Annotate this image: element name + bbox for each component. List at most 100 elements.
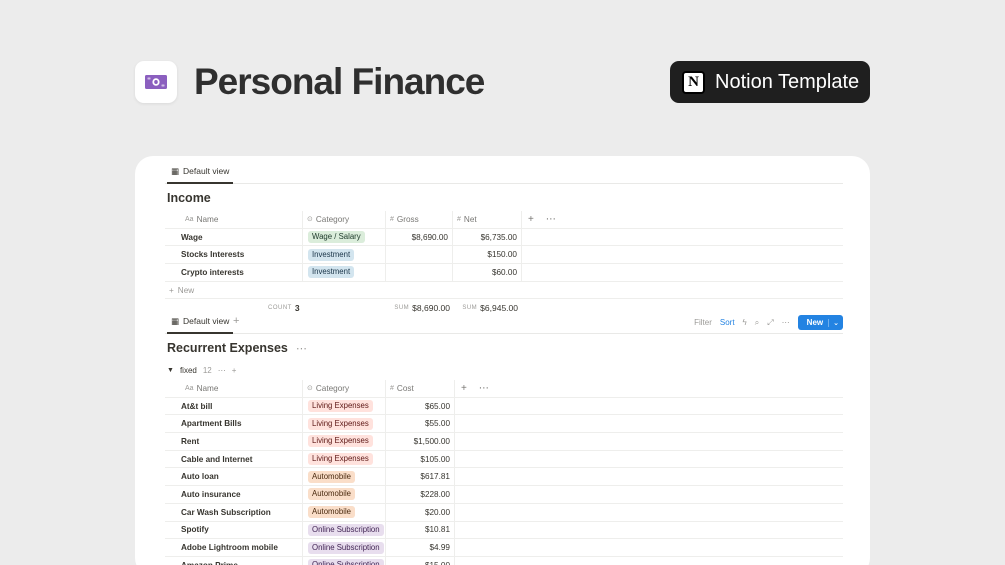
triangle-down-icon[interactable]: ▼ bbox=[167, 367, 174, 374]
sort-button[interactable]: Sort bbox=[720, 318, 735, 327]
net-value: $150.00 bbox=[487, 250, 517, 260]
category-tag: Automobile bbox=[308, 488, 356, 501]
category-tag: Living Expenses bbox=[308, 417, 373, 430]
category-tag: Online Subscription bbox=[308, 541, 384, 554]
table-row[interactable]: Spotify Online Subscription $10.81 bbox=[165, 521, 843, 540]
row-name[interactable]: Cable and Internet bbox=[181, 455, 252, 464]
name-column-header[interactable]: Aa Name bbox=[185, 211, 218, 228]
category-tag: Automobile bbox=[308, 506, 356, 519]
category-column-header[interactable]: ⊙ Category bbox=[302, 380, 349, 397]
cost-value: $4.99 bbox=[429, 543, 451, 553]
add-property-icon[interactable]: + bbox=[528, 214, 534, 225]
add-new-row-button[interactable]: + New bbox=[165, 282, 843, 300]
page-title: Personal Finance bbox=[194, 61, 485, 102]
table-row[interactable]: Cable and Internet Living Expenses $105.00 bbox=[165, 450, 843, 469]
plus-icon[interactable]: + bbox=[232, 366, 237, 375]
table-row[interactable]: Apartment Bills Living Expenses $55.00 bbox=[165, 415, 843, 434]
chevron-down-icon[interactable]: ⌄ bbox=[828, 318, 843, 327]
table-icon: ▦ bbox=[171, 316, 180, 326]
table-row[interactable]: Adobe Lightroom mobile Online Subscriptio… bbox=[165, 539, 843, 557]
page-icon bbox=[135, 61, 177, 103]
search-icon[interactable]: ⌕ bbox=[755, 318, 759, 328]
cost-value: $1,500.00 bbox=[413, 436, 450, 446]
table-row[interactable]: Auto loan Automobile $617.81 bbox=[165, 468, 843, 487]
more-options-icon[interactable]: ⋯ bbox=[546, 214, 556, 225]
row-name[interactable]: Stocks Interests bbox=[181, 250, 244, 259]
money-bill-icon bbox=[145, 75, 167, 89]
category-column-header[interactable]: ⊙ Category bbox=[302, 211, 349, 228]
add-view-icon[interactable]: + bbox=[233, 316, 239, 327]
group-header[interactable]: ▼ fixed 12 ⋯ + bbox=[165, 362, 843, 378]
expenses-database: ▦ Default view + Filter Sort ϟ ⌕ ⤢ ⋯ New… bbox=[165, 306, 843, 565]
table-row[interactable]: Rent Living Expenses $1,500.00 bbox=[165, 433, 843, 451]
category-tag: Investment bbox=[308, 266, 355, 279]
net-column-header[interactable]: # Net bbox=[452, 211, 477, 228]
row-name[interactable]: Auto insurance bbox=[181, 490, 241, 499]
row-name[interactable]: Wage bbox=[181, 233, 203, 242]
cost-value: $65.00 bbox=[424, 401, 450, 411]
row-name[interactable]: Apartment Bills bbox=[181, 419, 242, 428]
cost-value: $55.00 bbox=[424, 419, 450, 429]
row-name[interactable]: At&t bill bbox=[181, 402, 212, 411]
income-title: Income bbox=[167, 190, 211, 205]
category-tag: Online Subscription bbox=[308, 559, 384, 565]
net-value: $6,735.00 bbox=[480, 232, 517, 242]
category-tag: Investment bbox=[308, 248, 355, 261]
expenses-view-tabs: ▦ Default view + Filter Sort ϟ ⌕ ⤢ ⋯ New… bbox=[165, 306, 843, 334]
text-property-icon: Aa bbox=[185, 215, 194, 223]
tab-default-view[interactable]: ▦ Default view bbox=[167, 166, 234, 184]
more-options-icon[interactable]: ⋯ bbox=[218, 366, 226, 375]
database-toolbar: Filter Sort ϟ ⌕ ⤢ ⋯ New ⌄ bbox=[694, 315, 843, 330]
cost-value: $105.00 bbox=[420, 454, 450, 464]
tab-default-view[interactable]: ▦ Default view bbox=[167, 316, 234, 334]
badge-text: Notion Template bbox=[715, 70, 860, 93]
name-column-header[interactable]: Aa Name bbox=[185, 380, 218, 397]
select-property-icon: ⊙ bbox=[307, 385, 313, 393]
category-tag: Automobile bbox=[308, 470, 356, 483]
automation-icon[interactable]: ϟ bbox=[743, 318, 747, 327]
more-options-icon[interactable]: ⋯ bbox=[479, 383, 489, 394]
cost-value: $10.81 bbox=[424, 525, 450, 535]
group-name: fixed bbox=[179, 365, 197, 375]
plus-icon: + bbox=[169, 285, 174, 295]
category-tag: Living Expenses bbox=[308, 435, 373, 448]
add-property-icon[interactable]: + bbox=[461, 383, 467, 394]
table-row[interactable]: Wage Wage / Salary $8,690.00 $6,735.00 bbox=[165, 228, 843, 247]
income-view-tabs: ▦ Default view bbox=[165, 156, 843, 184]
row-name[interactable]: Car Wash Subscription bbox=[181, 508, 271, 517]
expand-icon[interactable]: ⤢ bbox=[767, 318, 773, 328]
new-button[interactable]: New ⌄ bbox=[797, 315, 843, 330]
table-row[interactable]: Crypto interests Investment $60.00 bbox=[165, 264, 843, 282]
filter-button[interactable]: Filter bbox=[694, 318, 712, 327]
row-name[interactable]: Crypto interests bbox=[181, 268, 244, 277]
expenses-header-row: Aa Name ⊙ Category # Cost + ⋯ bbox=[165, 380, 843, 398]
cost-column-header[interactable]: # Cost bbox=[385, 380, 414, 397]
category-tag: Online Subscription bbox=[308, 523, 384, 536]
table-row[interactable]: At&t bill Living Expenses $65.00 bbox=[165, 397, 843, 416]
table-row[interactable]: Auto insurance Automobile $228.00 bbox=[165, 486, 843, 504]
gross-value: $8,690.00 bbox=[411, 232, 448, 242]
number-property-icon: # bbox=[390, 215, 394, 223]
notion-logo-icon: N bbox=[682, 70, 705, 94]
category-tag: Wage / Salary bbox=[308, 231, 365, 244]
row-name[interactable]: Adobe Lightroom mobile bbox=[181, 543, 278, 552]
notion-template-badge: N Notion Template bbox=[670, 61, 870, 103]
net-value: $60.00 bbox=[491, 267, 517, 277]
income-header-row: Aa Name ⊙ Category # Gross # Net + ⋯ bbox=[165, 211, 843, 229]
more-options-icon[interactable]: ⋯ bbox=[296, 342, 307, 355]
row-name[interactable]: Amazon Prime bbox=[181, 561, 238, 565]
category-tag: Living Expenses bbox=[308, 453, 373, 466]
row-name[interactable]: Spotify bbox=[181, 525, 209, 534]
cost-value: $617.81 bbox=[420, 472, 450, 482]
table-row[interactable]: Car Wash Subscription Automobile $20.00 bbox=[165, 503, 843, 522]
table-icon: ▦ bbox=[171, 166, 180, 176]
table-row[interactable]: Stocks Interests Investment $150.00 bbox=[165, 246, 843, 265]
row-name[interactable]: Auto loan bbox=[181, 472, 219, 481]
row-name[interactable]: Rent bbox=[181, 437, 199, 446]
income-database: ▦ Default view Income Aa Name ⊙ Category #… bbox=[165, 156, 843, 316]
text-property-icon: Aa bbox=[185, 384, 194, 392]
gross-column-header[interactable]: # Gross bbox=[385, 211, 419, 228]
table-row[interactable]: Amazon Prime Online Subscription $15.00 bbox=[165, 556, 843, 565]
more-options-icon[interactable]: ⋯ bbox=[782, 318, 790, 327]
number-property-icon: # bbox=[390, 384, 394, 392]
